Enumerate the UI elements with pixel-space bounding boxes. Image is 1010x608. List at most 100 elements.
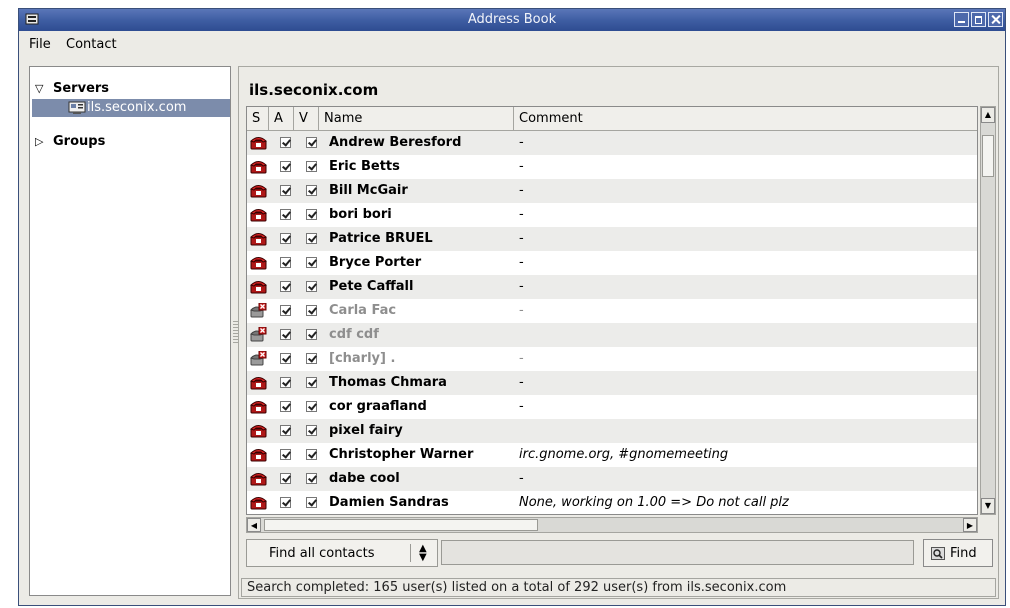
phone-icon [250,161,267,174]
phone-icon [250,473,267,486]
column-video[interactable]: V [294,107,319,130]
audio-checkbox[interactable] [280,305,291,316]
contact-name: Thomas Chmara [329,375,447,390]
audio-checkbox[interactable] [280,161,291,172]
table-row[interactable]: Patrice BRUEL - [247,227,977,251]
scroll-up-button[interactable]: ▲ [981,107,995,123]
video-checkbox[interactable] [306,185,317,196]
expanded-arrow-icon[interactable]: ▽ [35,82,43,95]
video-checkbox[interactable] [306,209,317,220]
column-name[interactable]: Name [319,107,514,130]
table-row[interactable]: [charly] . - [247,347,977,371]
audio-checkbox[interactable] [280,137,291,148]
audio-checkbox[interactable] [280,353,291,364]
phone-icon [250,449,267,462]
audio-checkbox[interactable] [280,185,291,196]
video-checkbox[interactable] [306,401,317,412]
contact-name: Andrew Beresford [329,135,462,150]
menu-file[interactable]: File [29,37,51,52]
minimize-button[interactable] [954,12,969,27]
contact-name: bori bori [329,207,392,222]
maximize-button[interactable] [971,12,986,27]
video-checkbox[interactable] [306,233,317,244]
video-checkbox[interactable] [306,449,317,460]
tree-server-item[interactable]: ils.seconix.com [32,99,230,117]
filter-select[interactable]: Find all contacts ▲ ▼ [246,539,438,567]
table-row[interactable]: Bill McGair - [247,179,977,203]
table-row[interactable]: cor graafland - [247,395,977,419]
server-tree: ▽ Servers ils.seconix.com ▷ Groups [29,66,231,596]
video-checkbox[interactable] [306,281,317,292]
contact-name: Eric Betts [329,159,400,174]
updown-arrows-icon: ▲ ▼ [419,543,427,563]
close-button[interactable] [988,12,1003,27]
table-row[interactable]: Damien Sandras None, working on 1.00 => D… [247,491,977,514]
contact-name: Damien Sandras [329,495,449,510]
audio-checkbox[interactable] [280,401,291,412]
table-row[interactable]: cdf cdf [247,323,977,347]
contact-name: [charly] . [329,351,396,366]
table-row[interactable]: Thomas Chmara - [247,371,977,395]
video-checkbox[interactable] [306,497,317,508]
contact-comment: - [519,303,524,318]
video-checkbox[interactable] [306,473,317,484]
audio-checkbox[interactable] [280,209,291,220]
table-row[interactable]: Eric Betts - [247,155,977,179]
scroll-down-button[interactable]: ▼ [981,498,995,514]
table-row[interactable]: pixel fairy [247,419,977,443]
audio-checkbox[interactable] [280,449,291,460]
column-audio[interactable]: A [269,107,294,130]
audio-checkbox[interactable] [280,329,291,340]
video-checkbox[interactable] [306,161,317,172]
contact-comment: - [519,231,524,246]
title-bar[interactable]: Address Book [19,9,1005,31]
scroll-left-button[interactable]: ◀ [247,518,261,532]
table-row[interactable]: Christopher Warner irc.gnome.org, #gnomem… [247,443,977,467]
video-checkbox[interactable] [306,353,317,364]
audio-checkbox[interactable] [280,425,291,436]
table-row[interactable]: Bryce Porter - [247,251,977,275]
audio-checkbox[interactable] [280,281,291,292]
combo-separator [410,544,411,562]
collapsed-arrow-icon[interactable]: ▷ [35,135,43,148]
table-row[interactable]: Pete Caffall - [247,275,977,299]
column-status[interactable]: S [247,107,269,130]
search-input[interactable] [441,540,914,565]
vertical-scrollbar[interactable]: ▲ ▼ [980,106,996,515]
video-checkbox[interactable] [306,425,317,436]
video-checkbox[interactable] [306,305,317,316]
scroll-right-button[interactable]: ▶ [963,518,977,532]
status-bar: Search completed: 165 user(s) listed on … [241,578,996,597]
table-row[interactable]: Andrew Beresford - [247,131,977,155]
video-checkbox[interactable] [306,377,317,388]
audio-checkbox[interactable] [280,233,291,244]
table-row[interactable]: dabe cool - [247,467,977,491]
phone-icon [250,233,267,246]
find-button-label: Find [950,546,977,561]
audio-checkbox[interactable] [280,473,291,484]
table-row[interactable]: Carla Fac - [247,299,977,323]
audio-checkbox[interactable] [280,497,291,508]
contact-comment: None, working on 1.00 => Do not call plz [519,495,789,510]
find-button[interactable]: Find [923,539,993,567]
tree-server-label: ils.seconix.com [87,100,187,115]
horizontal-scroll-thumb[interactable] [264,519,538,531]
video-checkbox[interactable] [306,329,317,340]
video-checkbox[interactable] [306,257,317,268]
address-book-window: Address Book File Contact ▽ Servers ils.… [18,8,1006,606]
video-checkbox[interactable] [306,137,317,148]
audio-checkbox[interactable] [280,377,291,388]
horizontal-scrollbar[interactable]: ◀ ▶ [246,517,978,533]
contact-name: Pete Caffall [329,279,414,294]
table-header: S A V Name Comment [247,107,977,131]
phone-offline-icon [250,303,267,318]
audio-checkbox[interactable] [280,257,291,268]
phone-icon [250,137,267,150]
vertical-scroll-thumb[interactable] [982,135,994,177]
table-row[interactable]: bori bori - [247,203,977,227]
column-comment[interactable]: Comment [514,107,977,130]
find-bar: Find all contacts ▲ ▼ Find [246,537,994,569]
contacts-panel: ils.seconix.com S A V Name Comment Andre… [238,66,999,599]
menu-contact[interactable]: Contact [66,37,117,52]
phone-icon [250,257,267,270]
